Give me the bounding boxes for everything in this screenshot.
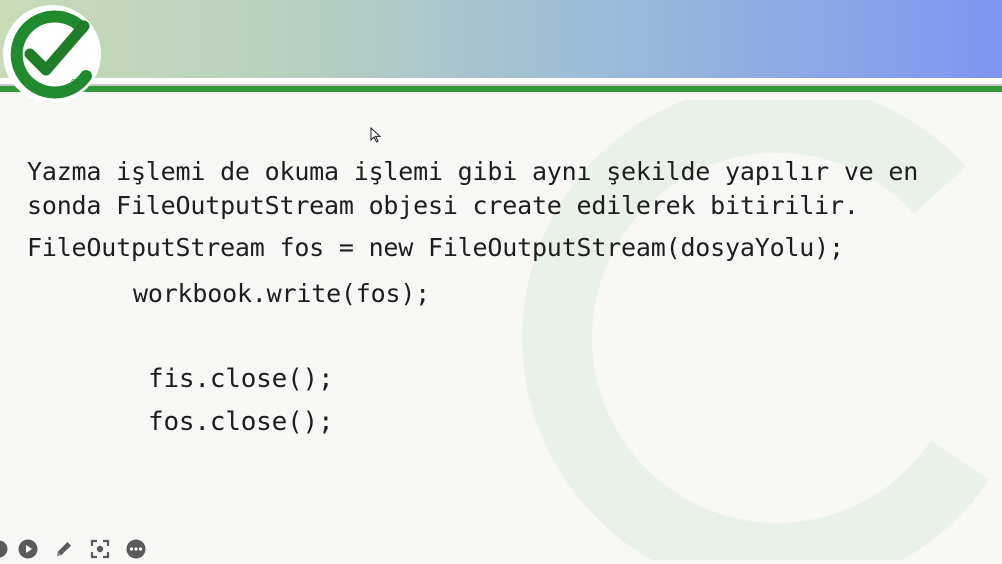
focus-icon	[90, 539, 110, 559]
code-line-1: FileOutputStream fos = new FileOutputStr…	[27, 233, 844, 262]
play-icon	[18, 539, 38, 559]
pen-button[interactable]	[53, 538, 75, 560]
play-button[interactable]	[17, 538, 39, 560]
code-line-4: fos.close();	[148, 407, 334, 437]
focus-button[interactable]	[89, 538, 111, 560]
previous-icon	[0, 540, 8, 558]
slide-header-band	[0, 0, 1002, 78]
mouse-cursor-icon	[370, 127, 382, 143]
previous-button[interactable]	[0, 538, 10, 560]
paragraph-line-1: Yazma işlemi de okuma işlemi gibi aynı ş…	[27, 157, 919, 186]
presentation-toolbar	[0, 538, 160, 562]
code-line-2: workbook.write(fos);	[133, 279, 431, 308]
header-green-stripe	[0, 86, 1002, 92]
checkmark-logo-icon: 01	[3, 5, 101, 103]
more-icon	[126, 539, 146, 559]
more-button[interactable]	[125, 538, 147, 560]
pen-icon	[57, 542, 71, 556]
logo-binary-text: 01	[71, 78, 80, 86]
paragraph-line-2: sonda FileOutputStream objesi create edi…	[27, 191, 859, 220]
code-line-3: fis.close();	[148, 364, 334, 394]
